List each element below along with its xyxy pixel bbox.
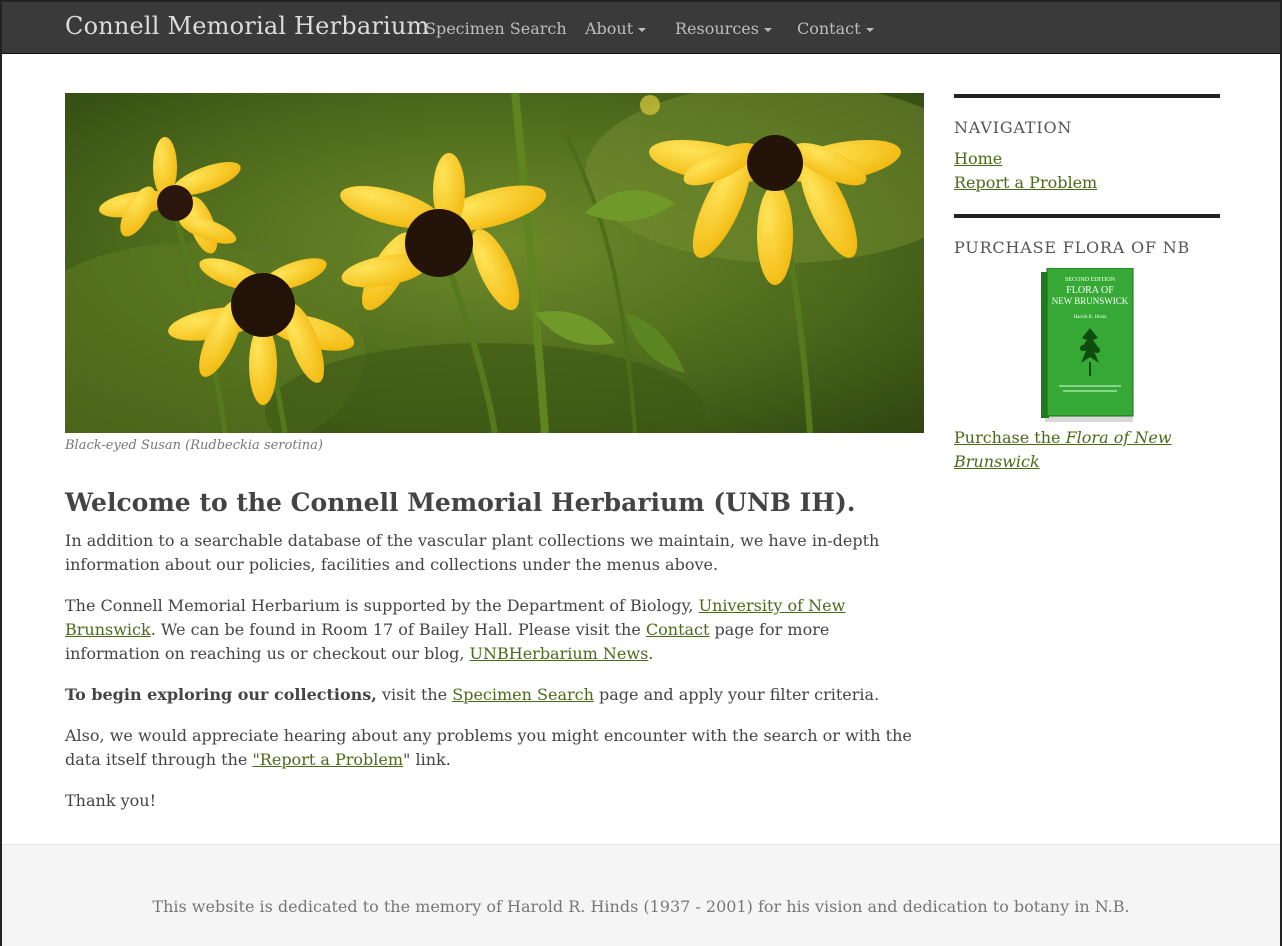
- caret-down-icon: [865, 27, 874, 32]
- caret-down-icon: [638, 27, 647, 32]
- sidebar-divider: [954, 214, 1220, 218]
- nav-label: About: [585, 19, 634, 38]
- text-segment: " link.: [403, 750, 451, 769]
- specimen-search-link[interactable]: Specimen Search: [452, 685, 594, 704]
- text-segment: .: [648, 644, 654, 663]
- nav-specimen-search[interactable]: Specimen Search: [425, 19, 567, 38]
- sidebar-report-problem-link[interactable]: Report a Problem: [954, 173, 1097, 192]
- book-author-text: Harold R. Hinds: [1074, 315, 1107, 320]
- book-title-line-1: FLORA OF: [1066, 285, 1114, 296]
- caret-down-icon: [763, 27, 772, 32]
- text-segment: visit the: [376, 685, 453, 704]
- hero-image: [65, 93, 924, 433]
- nav-label: Resources: [675, 19, 759, 38]
- navigation-heading: NAVIGATION: [954, 118, 1073, 137]
- purchase-link-text: Purchase the: [954, 428, 1066, 447]
- intro-paragraph: In addition to a searchable database of …: [65, 531, 880, 574]
- book-cover-image: SECOND EDITION FLORA OF NEW BRUNSWICK Ha…: [1041, 267, 1134, 422]
- sidebar-home-link[interactable]: Home: [954, 149, 1002, 168]
- hero-caption: Black-eyed Susan (Rudbeckia serotina): [65, 438, 323, 453]
- nav-label: Specimen Search: [425, 19, 567, 38]
- book-edition-text: SECOND EDITION: [1065, 277, 1115, 283]
- nav-resources-dropdown[interactable]: Resources: [675, 19, 772, 38]
- text-segment: page and apply your filter criteria.: [593, 685, 880, 704]
- flora-book-cover[interactable]: SECOND EDITION FLORA OF NEW BRUNSWICK Ha…: [1039, 267, 1135, 424]
- bold-lead: To begin exploring our collections,: [65, 685, 377, 704]
- top-navbar: Connell Memorial Herbarium Specimen Sear…: [2, 2, 1280, 54]
- contact-link[interactable]: Contact: [646, 620, 710, 639]
- black-eyed-susan-photo: [65, 93, 924, 433]
- support-paragraph: The Connell Memorial Herbarium is suppor…: [65, 594, 925, 666]
- sidebar-divider: [954, 94, 1220, 98]
- book-title-line-2: NEW BRUNSWICK: [1052, 296, 1129, 306]
- purchase-flora-link[interactable]: Purchase the Flora of New Brunswick: [954, 426, 1194, 474]
- text-segment: The Connell Memorial Herbarium is suppor…: [65, 596, 699, 615]
- text-segment: Also, we would appreciate hearing about …: [65, 726, 912, 769]
- purchase-heading: PURCHASE FLORA OF NB: [954, 238, 1191, 257]
- text-segment: . We can be found in Room 17 of Bailey H…: [150, 620, 646, 639]
- page-footer: This website is dedicated to the memory …: [2, 844, 1280, 946]
- nav-label: Contact: [797, 19, 861, 38]
- nav-contact-dropdown[interactable]: Contact: [797, 19, 874, 38]
- report-paragraph: Also, we would appreciate hearing about …: [65, 724, 925, 772]
- dedication-text: This website is dedicated to the memory …: [152, 897, 1130, 916]
- blog-link[interactable]: UNBHerbarium News: [470, 644, 649, 663]
- page-title: Welcome to the Connell Memorial Herbariu…: [65, 488, 856, 517]
- explore-paragraph: To begin exploring our collections, visi…: [65, 683, 925, 707]
- site-brand-link[interactable]: Connell Memorial Herbarium: [65, 12, 430, 40]
- nav-about-dropdown[interactable]: About: [585, 19, 647, 38]
- report-problem-link[interactable]: "Report a Problem: [252, 750, 403, 769]
- thank-you-text: Thank you!: [65, 791, 157, 810]
